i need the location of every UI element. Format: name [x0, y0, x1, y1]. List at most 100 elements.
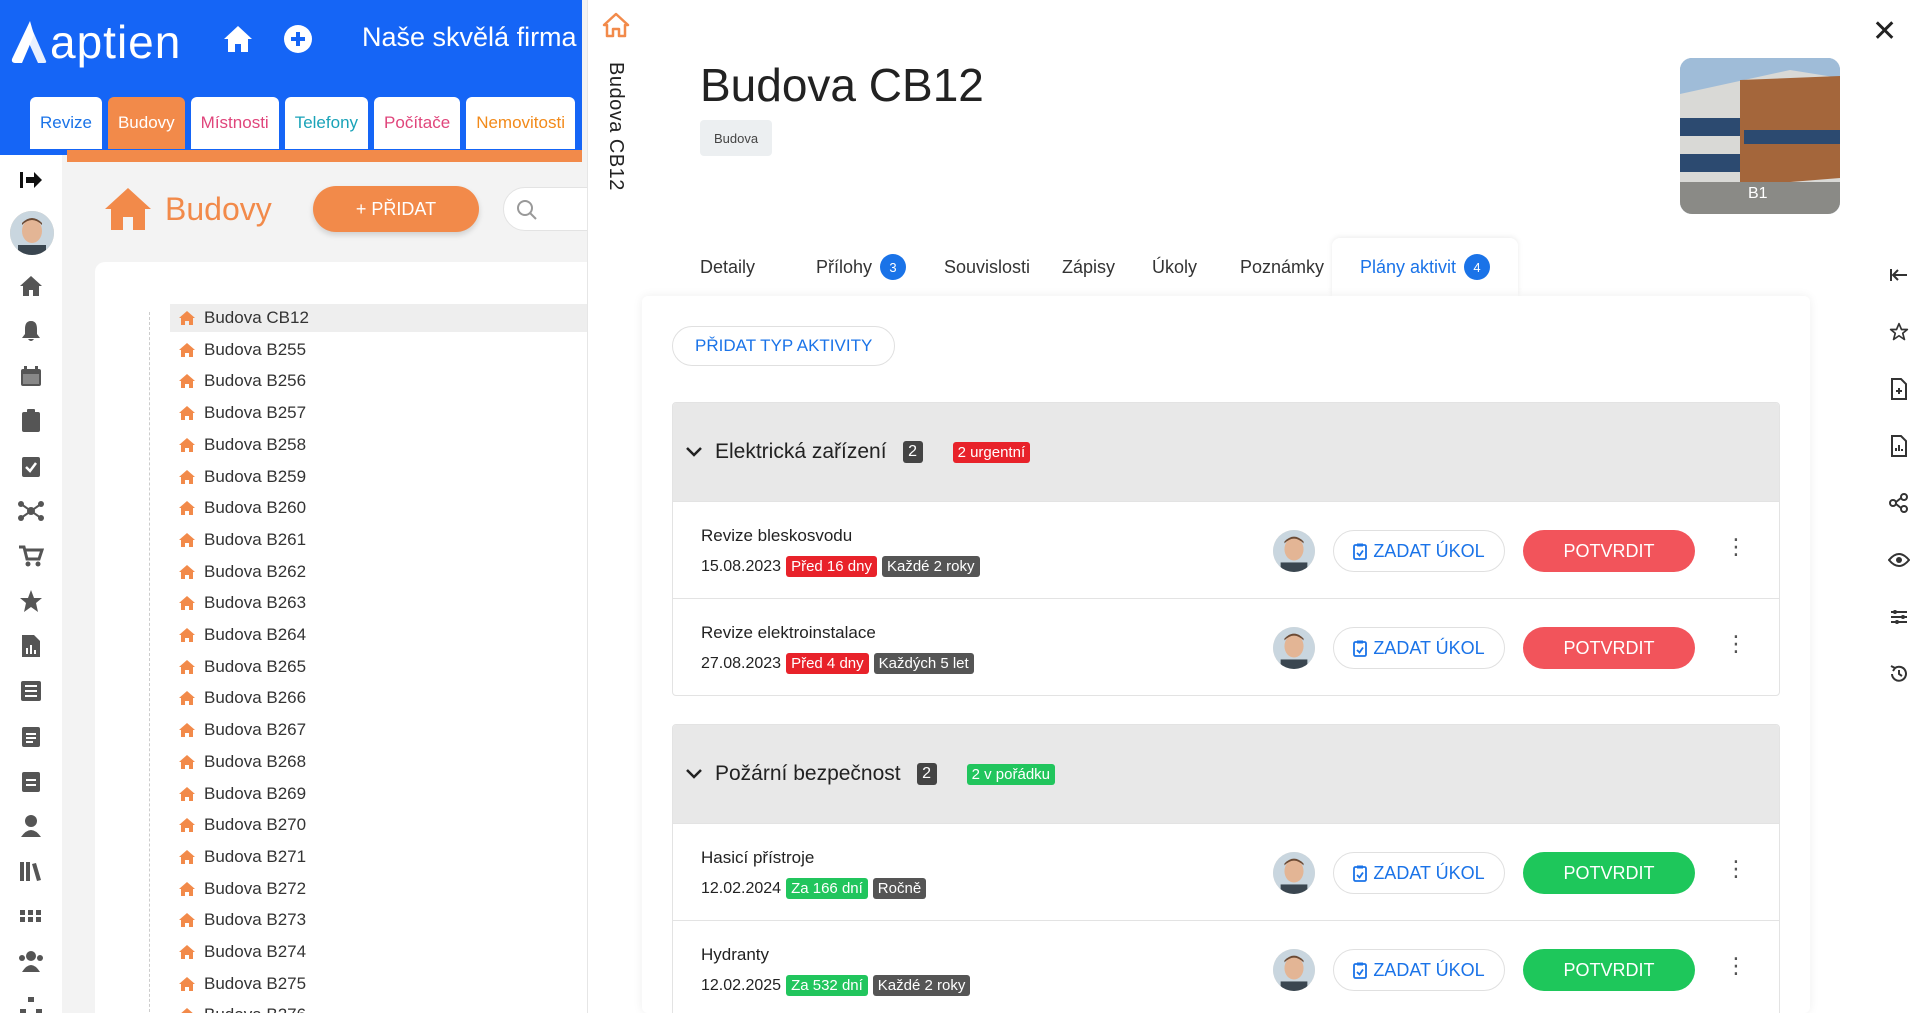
activity-row: Revize elektroinstalace 27.08.2023 Před 4 … — [673, 598, 1779, 695]
tab-label: Zápisy — [1062, 256, 1116, 277]
building-list-item[interactable]: Budova B273 — [170, 906, 610, 934]
star-icon[interactable] — [18, 588, 44, 614]
file-add-icon[interactable] — [1886, 376, 1912, 402]
more-options-icon[interactable]: ⋮ — [1725, 631, 1747, 657]
detail-tab-přílohy[interactable]: Přílohy 3 — [816, 238, 907, 296]
more-options-icon[interactable]: ⋮ — [1725, 953, 1747, 979]
clipboard-icon[interactable] — [18, 408, 44, 434]
building-list-item[interactable]: Budova B255 — [170, 336, 610, 364]
detail-tab-plány-aktivit[interactable]: Plány aktivit 4 — [1332, 238, 1519, 296]
building-list-item[interactable]: Budova B264 — [170, 621, 610, 649]
chevron-down-icon[interactable] — [685, 768, 703, 780]
building-list-item[interactable]: Budova B256 — [170, 367, 610, 395]
settings-sliders-icon[interactable] — [1886, 604, 1912, 630]
building-photo[interactable]: B1 — [1680, 58, 1840, 214]
building-list-item[interactable]: Budova B274 — [170, 938, 610, 966]
building-list-item[interactable]: Budova B260 — [170, 494, 610, 522]
users-icon[interactable] — [18, 948, 44, 974]
home-button[interactable] — [222, 24, 254, 59]
file-report-icon[interactable] — [1886, 433, 1912, 459]
close-panel-button[interactable]: ✕ — [1872, 14, 1897, 49]
module-tab-revize[interactable]: Revize — [30, 97, 102, 149]
clipboard-list-icon[interactable] — [18, 723, 44, 749]
assign-task-button[interactable]: ZADAT ÚKOL — [1333, 852, 1505, 894]
building-list-item[interactable]: Budova B271 — [170, 843, 610, 871]
building-list-item[interactable]: Budova B267 — [170, 716, 610, 744]
favorite-star-icon[interactable] — [1886, 319, 1912, 345]
building-list-item[interactable]: Budova CB12 — [170, 304, 610, 332]
module-tab-místnosti[interactable]: Místnosti — [190, 97, 279, 149]
assign-task-button[interactable]: ZADAT ÚKOL — [1333, 530, 1505, 572]
user-avatar[interactable] — [10, 211, 54, 255]
calendar-icon[interactable] — [18, 363, 44, 389]
detail-tab-poznámky[interactable]: Poznámky — [1240, 238, 1324, 296]
building-list-item[interactable]: Budova B275 — [170, 970, 610, 998]
bell-icon[interactable] — [18, 318, 44, 344]
building-list-item[interactable]: Budova B258 — [170, 431, 610, 459]
building-list-item[interactable]: Budova B259 — [170, 463, 610, 491]
building-list-item[interactable]: Budova B261 — [170, 526, 610, 554]
eye-icon[interactable] — [1886, 547, 1912, 573]
building-name: Budova B268 — [204, 751, 307, 771]
activity-group-header[interactable]: Požární bezpečnost 2 2 v pořádku — [673, 725, 1779, 823]
detail-tab-zápisy[interactable]: Zápisy — [1062, 238, 1115, 296]
detail-tab-souvislosti[interactable]: Souvislosti — [944, 238, 1030, 296]
confirm-button[interactable]: POTVRDIT — [1523, 852, 1695, 894]
detail-tab-detaily[interactable]: Detaily — [700, 238, 755, 296]
detail-tab-úkoly[interactable]: Úkoly — [1152, 238, 1197, 296]
strip-home-button[interactable] — [602, 12, 630, 43]
building-list-item[interactable]: Budova B263 — [170, 589, 610, 617]
list-icon[interactable] — [18, 678, 44, 704]
aptien-logo[interactable]: aptien — [8, 14, 181, 70]
home-icon[interactable] — [18, 273, 44, 299]
panel-breadcrumb-strip: Budova CB12 — [587, 0, 642, 1013]
building-list-item[interactable]: Budova B272 — [170, 875, 610, 903]
assignee-avatar[interactable] — [1273, 949, 1315, 991]
building-list-item[interactable]: Budova B266 — [170, 684, 610, 712]
add-building-button[interactable]: + PŘIDAT — [313, 186, 479, 232]
building-list-item[interactable]: Budova B262 — [170, 558, 610, 586]
network-icon[interactable] — [18, 498, 44, 524]
clipboard-text-icon[interactable] — [18, 768, 44, 794]
add-activity-type-button[interactable]: PŘIDAT TYP AKTIVITY — [672, 326, 896, 366]
report-icon[interactable] — [18, 633, 44, 659]
history-icon[interactable] — [1886, 661, 1912, 687]
apps-grid-icon[interactable] — [18, 903, 44, 929]
building-list-item[interactable]: Budova B257 — [170, 399, 610, 427]
module-tab-budovy[interactable]: Budovy — [107, 97, 185, 149]
activity-date: 12.02.2024 — [701, 879, 782, 897]
chevron-down-icon[interactable] — [685, 446, 703, 458]
quick-add-button[interactable] — [283, 24, 313, 59]
hierarchy-icon[interactable] — [18, 993, 44, 1013]
activity-group-header[interactable]: Elektrická zařízení 2 2 urgentní — [673, 403, 1779, 501]
module-tab-počítače[interactable]: Počítače — [374, 97, 461, 149]
collapse-arrow-icon[interactable] — [1886, 262, 1912, 288]
company-name[interactable]: Naše skvělá firma — [362, 22, 577, 53]
module-tab-telefony[interactable]: Telefony — [284, 97, 369, 149]
assignee-avatar[interactable] — [1273, 852, 1315, 894]
building-list-item[interactable]: Budova B269 — [170, 780, 610, 808]
library-icon[interactable] — [18, 858, 44, 884]
assign-task-button[interactable]: ZADAT ÚKOL — [1333, 949, 1505, 991]
more-options-icon[interactable]: ⋮ — [1725, 856, 1747, 882]
person-icon[interactable] — [18, 813, 44, 839]
building-title: Budova CB12 — [700, 59, 984, 111]
building-list-item[interactable]: Budova B276 — [170, 1001, 610, 1013]
confirm-button[interactable]: POTVRDIT — [1523, 949, 1695, 991]
building-list-item[interactable]: Budova B268 — [170, 748, 610, 776]
building-list-item[interactable]: Budova B265 — [170, 653, 610, 681]
more-options-icon[interactable]: ⋮ — [1725, 534, 1747, 560]
expand-menu-icon[interactable] — [18, 167, 44, 193]
assignee-avatar[interactable] — [1273, 627, 1315, 669]
assign-task-button[interactable]: ZADAT ÚKOL — [1333, 627, 1505, 669]
cart-icon[interactable] — [18, 543, 44, 569]
share-icon[interactable] — [1886, 490, 1912, 516]
confirm-button[interactable]: POTVRDIT — [1523, 530, 1695, 572]
confirm-button[interactable]: POTVRDIT — [1523, 627, 1695, 669]
activity-group: Elektrická zařízení 2 2 urgentní Revize ble… — [672, 402, 1780, 696]
clipboard-check-icon[interactable] — [18, 453, 44, 479]
module-tab-nemovitosti[interactable]: Nemovitosti — [466, 97, 575, 149]
assignee-avatar[interactable] — [1273, 530, 1315, 572]
building-list-item[interactable]: Budova B270 — [170, 811, 610, 839]
plus-circle-icon — [284, 25, 312, 53]
